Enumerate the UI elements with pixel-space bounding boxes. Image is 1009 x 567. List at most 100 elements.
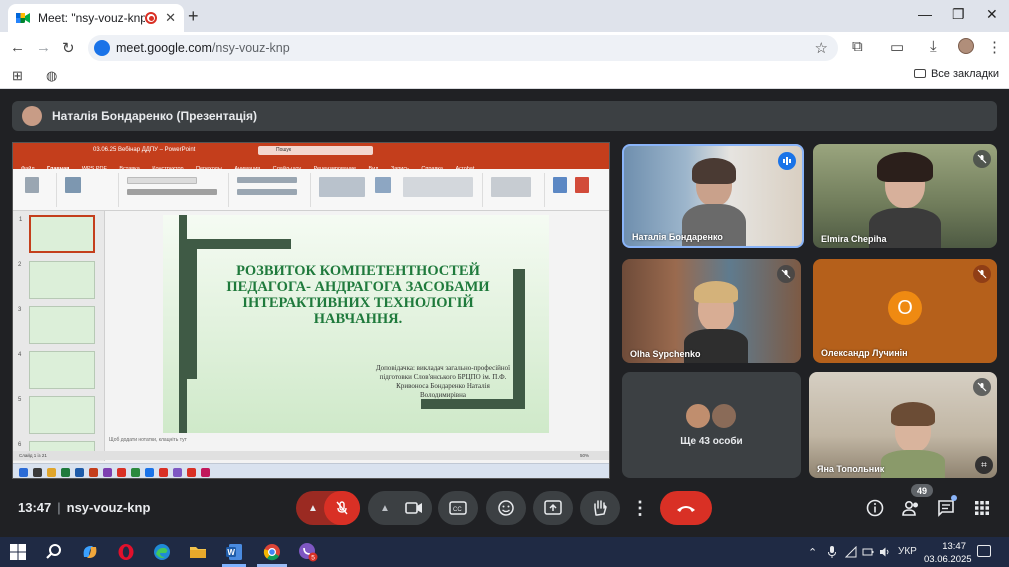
battery-icon[interactable] — [862, 546, 874, 561]
cast-icon[interactable]: ▭ — [890, 38, 904, 56]
viber-icon[interactable]: 5 — [298, 542, 318, 562]
windows-start-icon[interactable] — [8, 542, 28, 562]
more-options-button[interactable]: ⋮ — [628, 491, 652, 525]
bookmarks-bar: ⊞ ◍ Все закладки — [0, 62, 1009, 89]
camera-button[interactable] — [396, 491, 432, 525]
close-tab-icon[interactable]: ✕ — [165, 10, 176, 26]
camera-options-chevron-icon[interactable]: ▲ — [374, 491, 396, 525]
participant-name: Olha Sypchenko — [630, 349, 701, 359]
restore-icon[interactable]: ❐ — [952, 6, 965, 23]
network-icon[interactable] — [844, 545, 857, 561]
slide-thumbnail[interactable]: 2 — [18, 261, 95, 299]
meeting-info: 13:47 | nsy-vouz-knp — [18, 500, 151, 515]
download-icon[interactable]: ⤓ — [930, 38, 937, 55]
mic-control: ▲ — [296, 491, 360, 525]
opera-icon[interactable] — [116, 542, 136, 562]
all-bookmarks[interactable]: Все закладки — [913, 68, 999, 80]
close-window-icon[interactable]: ✕ — [986, 6, 998, 23]
meeting-details-button[interactable] — [864, 497, 886, 519]
mic-off-icon — [973, 150, 991, 168]
ppt-search: Пошук — [258, 146, 373, 155]
url-domain: meet.google.com — [116, 41, 212, 55]
site-info-icon[interactable] — [94, 40, 110, 56]
ppt-status-bar: Слайд 1 із 21 50% — [13, 451, 609, 460]
frame-icon[interactable]: ⌗ — [975, 456, 993, 474]
activities-button[interactable] — [971, 497, 993, 519]
slide-thumbnail[interactable]: 4 — [18, 351, 95, 389]
chat-unread-dot — [951, 495, 957, 501]
more-vert-icon: ⋮ — [631, 497, 649, 518]
mic-options-chevron-icon[interactable]: ▲ — [302, 491, 324, 525]
menu-icon[interactable]: ⋮ — [987, 38, 1002, 56]
participant-tile[interactable]: Яна Топольник ⌗ — [809, 372, 997, 478]
raise-hand-button[interactable] — [580, 491, 620, 525]
taskbar-clock[interactable]: 13:47 03.06.2025 — [924, 540, 972, 566]
slide-thumbnail[interactable]: 3 — [18, 306, 95, 344]
participant-tile[interactable]: О Олександр Лучинін — [813, 259, 997, 363]
ppt-window-title: 03.06.25 Вебінар ДДПУ – PowerPoint — [93, 147, 196, 153]
slide-thumbnails: 1 2 3 4 5 6 — [13, 211, 105, 461]
input-language[interactable]: УКР — [898, 546, 917, 557]
new-tab-icon[interactable]: + — [188, 6, 199, 27]
forward-icon[interactable]: → — [36, 39, 51, 56]
participant-video — [881, 450, 945, 478]
slide-decor — [421, 399, 525, 409]
participant-name: Elmira Chepiha — [821, 234, 887, 244]
ribbon-group-editing — [485, 173, 545, 207]
extensions-icon[interactable]: ⧉ — [852, 38, 863, 55]
captions-button[interactable]: CC — [438, 491, 478, 525]
edge-icon[interactable] — [152, 542, 172, 562]
slide-thumbnail[interactable]: 1 — [19, 215, 95, 253]
ppt-title-bar: 03.06.25 Вебінар ДДПУ – PowerPoint Пошук — [13, 143, 609, 157]
ppt-ribbon-tabs: Файл Главная WPS PDF Вставка Конструктор… — [13, 157, 609, 172]
clock-time: 13:47 — [942, 541, 966, 552]
profile-avatar[interactable] — [958, 38, 974, 54]
mic-off-icon — [336, 501, 348, 515]
word-icon[interactable]: W — [224, 542, 244, 562]
ribbon-group-slides — [59, 173, 119, 207]
present-button[interactable] — [533, 491, 573, 525]
minimize-icon[interactable]: — — [918, 6, 932, 22]
leave-call-button[interactable] — [660, 491, 712, 525]
clock-date: 03.06.2025 — [924, 554, 972, 565]
globe-icon[interactable]: ◍ — [46, 68, 57, 84]
reload-icon[interactable]: ↻ — [62, 39, 75, 57]
google-meet-icon — [16, 11, 30, 25]
chat-icon — [938, 500, 954, 517]
others-tile[interactable]: Ще 43 особи — [622, 372, 801, 478]
reactions-button[interactable] — [486, 491, 526, 525]
notifications-icon[interactable] — [977, 545, 991, 557]
tab-title: Meet: "nsy-vouz-knp" — [38, 11, 146, 25]
volume-icon[interactable] — [879, 546, 891, 561]
tray-overflow-icon[interactable]: ⌃ — [808, 546, 817, 559]
url-bar[interactable]: meet.google.com/nsy-vouz-knp ☆ — [88, 35, 838, 61]
camera-control: ▲ — [368, 491, 432, 525]
participant-initial-avatar: О — [888, 291, 922, 325]
zoom-level: 50% — [579, 453, 589, 458]
bookmark-star-icon[interactable]: ☆ — [815, 39, 828, 57]
back-icon[interactable]: ← — [10, 39, 25, 56]
apps-icon[interactable]: ⊞ — [12, 68, 23, 84]
slide-decor — [187, 249, 197, 379]
speaking-indicator-icon — [778, 152, 796, 170]
participant-name: Олександр Лучинін — [821, 348, 908, 358]
chrome-icon[interactable] — [262, 542, 282, 562]
file-explorer-icon[interactable] — [188, 542, 208, 562]
slide-number: 1 — [19, 217, 23, 223]
participant-tile[interactable]: Elmira Chepiha — [813, 144, 997, 248]
participant-video — [694, 281, 738, 303]
participant-tile[interactable]: Olha Sypchenko — [622, 259, 801, 363]
search-icon[interactable] — [44, 542, 64, 562]
participant-tile[interactable]: Наталія Бондаренко — [622, 144, 804, 248]
copilot-icon[interactable] — [80, 542, 100, 562]
browser-tab[interactable]: Meet: "nsy-vouz-knp" ✕ — [8, 4, 184, 32]
people-button[interactable] — [900, 497, 922, 519]
presenter-avatar — [22, 106, 42, 126]
slide-thumbnail[interactable]: 5 — [18, 396, 95, 434]
mic-off-button[interactable] — [324, 491, 360, 525]
slide-title: РОЗВИТОК КОМПЕТЕНТНОСТЕЙ ПЕДАГОГА- АНДРА… — [226, 263, 490, 327]
ribbon-group-paragraph — [231, 173, 311, 207]
participant-video — [692, 158, 736, 184]
slide-number: 6 — [18, 442, 22, 448]
present-screen-icon — [544, 500, 562, 515]
